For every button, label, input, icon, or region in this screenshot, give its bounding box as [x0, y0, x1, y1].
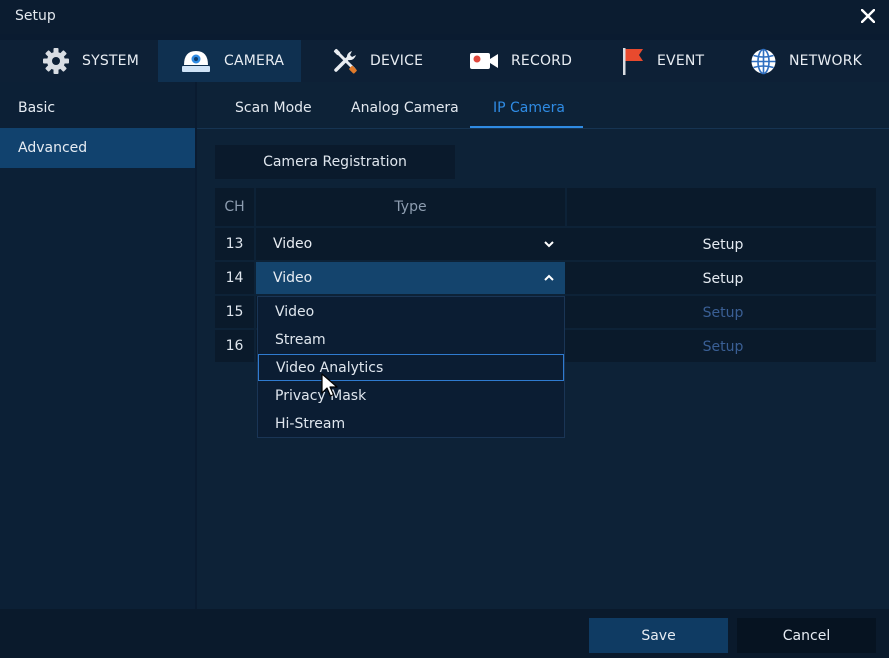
camera-registration-button[interactable]: Camera Registration [215, 145, 455, 179]
chevron-down-icon [544, 241, 554, 248]
column-header-ch: CH [215, 188, 254, 226]
setup-button-16[interactable]: Setup [687, 331, 759, 363]
tab-event-label: EVENT [657, 53, 705, 69]
tab-device[interactable]: DEVICE [332, 40, 423, 82]
flag-icon [623, 48, 643, 75]
tab-record[interactable]: RECORD [469, 40, 572, 82]
sidebar-item-label: Advanced [18, 140, 88, 156]
dropdown-option-hi-stream[interactable]: Hi-Stream [258, 410, 564, 437]
column-header-setup [567, 188, 876, 226]
tab-system[interactable]: SYSTEM [42, 40, 139, 82]
tab-network-label: NETWORK [789, 53, 863, 69]
save-button[interactable]: Save [589, 618, 728, 653]
subtab-scan-mode[interactable]: Scan Mode [235, 100, 312, 116]
subtab-ip-camera[interactable]: IP Camera [493, 100, 565, 116]
tab-record-label: RECORD [511, 53, 573, 69]
column-header-type: Type [256, 188, 565, 226]
setup-button-14[interactable]: Setup [687, 263, 759, 295]
setup-button-13[interactable]: Setup [687, 229, 759, 261]
tab-camera-label: CAMERA [224, 53, 285, 69]
close-icon [861, 9, 875, 23]
main-navigation: SYSTEM CAMERA DEVICE RECORD EVENT NETWOR… [0, 40, 889, 82]
dropdown-option-privacy-mask[interactable]: Privacy Mask [258, 382, 564, 409]
tab-device-label: DEVICE [370, 53, 424, 69]
dropdown-option-stream[interactable]: Stream [258, 326, 564, 353]
tools-icon [333, 48, 357, 74]
tab-event[interactable]: EVENT [621, 40, 704, 82]
sidebar-item-label: Basic [18, 100, 56, 116]
row-ch-15: 15 [215, 296, 254, 328]
tab-system-label: SYSTEM [82, 53, 140, 69]
globe-icon [751, 48, 776, 74]
row-ch-13: 13 [215, 228, 254, 260]
type-dropdown-list: Video Stream Video Analytics Privacy Mas… [257, 296, 565, 438]
setup-button-15[interactable]: Setup [687, 297, 759, 329]
gear-icon [43, 48, 69, 74]
type-select-value: Video [273, 236, 313, 252]
type-select-13[interactable]: Video [256, 228, 565, 260]
window-title: Setup [15, 8, 56, 24]
tab-network[interactable]: NETWORK [750, 40, 862, 82]
type-select-value: Video [273, 270, 313, 286]
sidebar-item-basic[interactable]: Basic [0, 88, 195, 128]
dropdown-option-video-analytics[interactable]: Video Analytics [258, 354, 564, 381]
camera-icon [182, 51, 210, 72]
chevron-up-icon [544, 274, 554, 281]
title-bar: Setup [0, 0, 889, 34]
cancel-button[interactable]: Cancel [737, 618, 876, 653]
sidebar-item-advanced[interactable]: Advanced [0, 128, 195, 168]
tab-camera[interactable]: CAMERA [158, 40, 301, 82]
sidebar: Basic Advanced [0, 82, 195, 609]
subtab-bar: Scan Mode Analog Camera IP Camera [197, 82, 889, 129]
close-button[interactable] [857, 4, 879, 28]
dropdown-option-video[interactable]: Video [258, 298, 564, 325]
footer-bar: Save Cancel [0, 609, 889, 658]
active-subtab-indicator [470, 126, 583, 128]
row-ch-14: 14 [215, 262, 254, 294]
subtab-analog-camera[interactable]: Analog Camera [351, 100, 459, 116]
row-ch-16: 16 [215, 330, 254, 362]
video-record-icon [470, 53, 498, 69]
type-select-14[interactable]: Video [256, 262, 565, 294]
